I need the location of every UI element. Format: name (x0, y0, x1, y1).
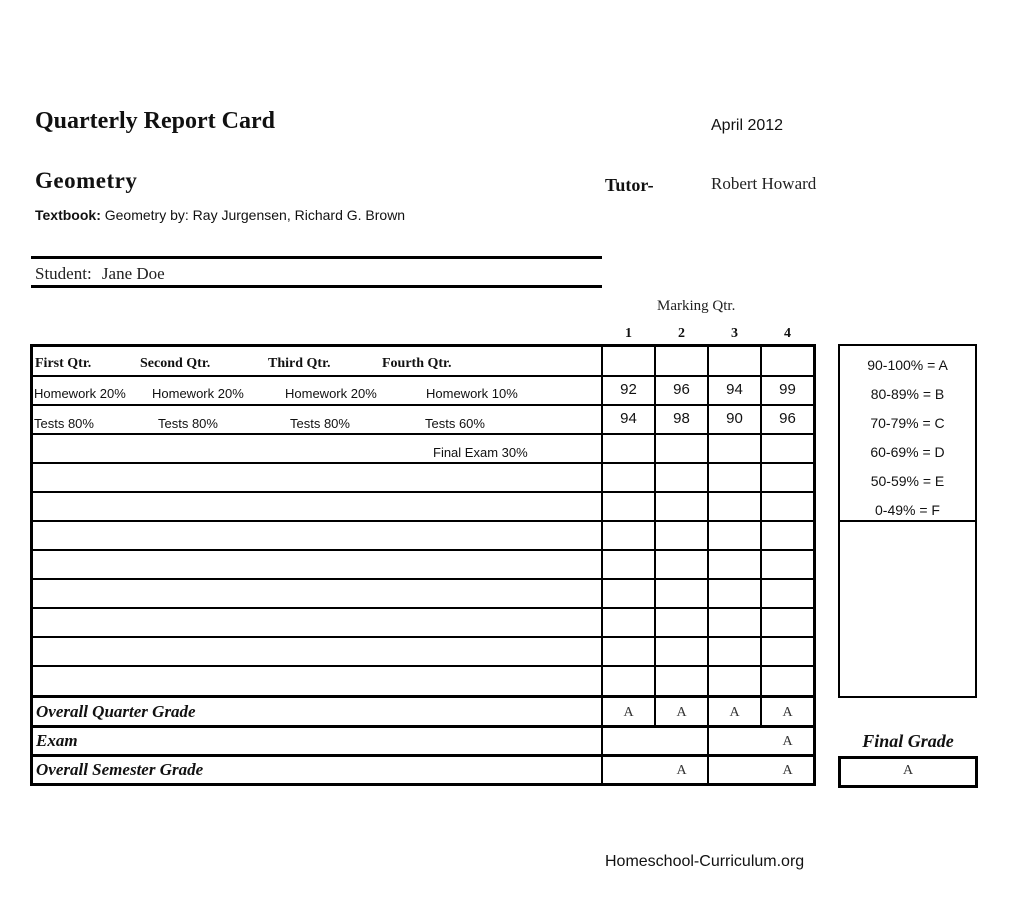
tutor-name: Robert Howard (711, 174, 817, 193)
exam-grade-semester-2: A (782, 734, 793, 749)
textbook-value: Geometry by: Ray Jurgensen, Richard G. B… (100, 207, 406, 223)
subject-title: Geometry (35, 168, 138, 193)
table-line (31, 754, 815, 757)
table-line (31, 520, 815, 522)
grading-scale-item: 0-49% = F (875, 502, 940, 518)
table-line (31, 404, 815, 406)
student-bottom-rule (31, 285, 602, 288)
overall-quarter-grade-q4: A (782, 705, 793, 720)
tests-score-q2: 98 (673, 410, 690, 427)
tests-score-q4: 96 (779, 410, 796, 427)
homework-score-q4: 99 (779, 381, 796, 398)
overall-semester-grade-label: Overall Semester Grade (36, 760, 204, 779)
table-line (31, 491, 815, 493)
student-field: Student: Jane Doe (35, 264, 165, 284)
textbook-label: Textbook: (35, 207, 101, 223)
category-header-q3: Third Qtr. (268, 356, 331, 371)
marking-qtr-label: Marking Qtr. (657, 298, 736, 314)
footer-site: Homeschool-Curriculum.org (605, 853, 805, 870)
textbook-info: Textbook: Geometry by: Ray Jurgensen, Ri… (35, 207, 405, 223)
final-grade-label: Final Grade (862, 731, 954, 751)
report-title: Quarterly Report Card (35, 108, 275, 134)
quarter-number-2: 2 (678, 326, 685, 341)
final-grade-value: A (902, 763, 914, 778)
homework-weight-q2: Homework 20% (152, 386, 244, 401)
tests-weight-q1: Tests 80% (34, 416, 94, 431)
table-line (31, 578, 815, 580)
table-line (31, 462, 815, 464)
quarter-number-1: 1 (625, 326, 632, 341)
table-line (31, 665, 815, 667)
homework-score-q3: 94 (726, 381, 743, 398)
category-header-q2: Second Qtr. (140, 356, 211, 371)
grading-scale-item: 60-69% = D (870, 444, 945, 460)
table-line (31, 344, 815, 347)
table-line (31, 549, 815, 551)
tests-weight-q2: Tests 80% (158, 416, 218, 431)
category-header-q4: Fourth Qtr. (382, 356, 452, 371)
table-line (31, 375, 815, 377)
homework-weight-q1: Homework 20% (34, 386, 126, 401)
report-date: April 2012 (711, 117, 784, 134)
grading-scale-item: 90-100% = A (867, 357, 948, 373)
table-line (31, 695, 815, 698)
overall-quarter-grade-q3: A (729, 705, 740, 720)
grading-scale-item: 50-59% = E (870, 473, 945, 489)
quarter-number-3: 3 (731, 326, 738, 341)
student-label: Student: (35, 264, 92, 283)
homework-weight-q3: Homework 20% (285, 386, 377, 401)
table-line (31, 607, 815, 609)
table-line (654, 344, 656, 728)
table-line (760, 344, 762, 728)
overall-semester-grade-1: A (676, 763, 687, 778)
grading-scale-divider (838, 520, 977, 522)
overall-semester-grade-2: A (782, 763, 793, 778)
category-header-q1: First Qtr. (35, 356, 92, 371)
table-line (31, 783, 815, 786)
homework-weight-q4: Homework 10% (426, 386, 518, 401)
tests-weight-q3: Tests 80% (290, 416, 350, 431)
grading-scale-item: 80-89% = B (870, 386, 945, 402)
tests-weight-q4: Tests 60% (425, 416, 485, 431)
tests-score-q3: 90 (726, 410, 743, 427)
homework-score-q1: 92 (620, 381, 637, 398)
overall-quarter-grade-label: Overall Quarter Grade (36, 702, 196, 721)
overall-quarter-grade-q2: A (676, 705, 687, 720)
final-exam-weight: Final Exam 30% (433, 445, 528, 460)
quarter-number-4: 4 (784, 326, 791, 341)
table-line (31, 636, 815, 638)
student-name: Jane Doe (101, 264, 165, 283)
student-top-rule (31, 256, 602, 259)
table-line (31, 433, 815, 435)
table-line (30, 344, 33, 786)
overall-quarter-grade-q1: A (623, 705, 634, 720)
table-line (31, 725, 815, 728)
homework-score-q2: 96 (673, 381, 690, 398)
exam-label: Exam (36, 731, 78, 750)
tests-score-q1: 94 (620, 410, 637, 427)
grading-scale-item: 70-79% = C (870, 415, 945, 431)
tutor-label: Tutor- (605, 175, 654, 195)
